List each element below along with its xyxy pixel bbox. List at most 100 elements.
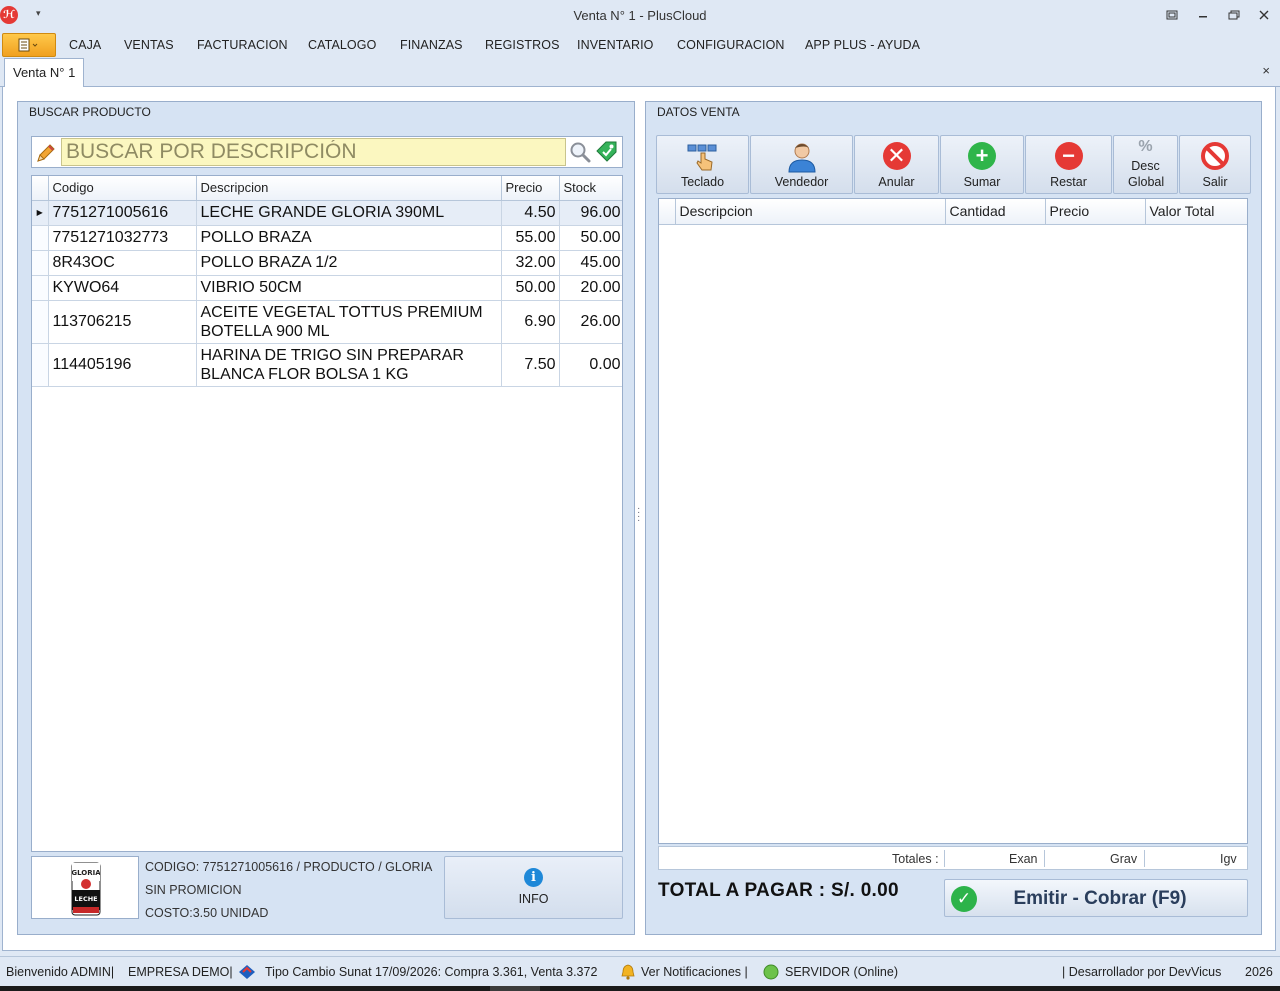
emitir-cobrar-button[interactable]: ✓ Emitir - Cobrar (F9)	[944, 879, 1248, 917]
cell-stock[interactable]: 50.00	[559, 225, 622, 251]
menu-facturacion[interactable]: FACTURACION	[197, 38, 288, 52]
sale-items-grid[interactable]: Descripcion Cantidad Precio Valor Total	[658, 198, 1248, 844]
title-bar: ℋ ▾ Venta N° 1 - PlusCloud	[0, 0, 1280, 32]
status-developer: | Desarrollador por DevVicus	[1062, 965, 1222, 979]
table-row[interactable]: 113706215 ACEITE VEGETAL TOTTUS PREMIUM …	[32, 300, 622, 344]
table-row[interactable]: 7751271032773 POLLO BRAZA 55.00 50.00	[32, 225, 622, 251]
sumar-button[interactable]: + Sumar	[940, 135, 1024, 194]
product-grid[interactable]: Codigo Descripcion Precio Stock ▶ 775127…	[31, 175, 623, 852]
column-header-precio[interactable]: Precio	[1045, 199, 1146, 225]
product-image: GLORIA LECHE	[31, 856, 139, 919]
cell-precio[interactable]: 50.00	[501, 275, 560, 301]
product-grid-header: Codigo Descripcion Precio Stock	[32, 176, 622, 201]
server-online-icon	[763, 964, 779, 980]
column-header-descripcion[interactable]: Descripcion	[196, 176, 502, 201]
pencil-icon[interactable]	[34, 141, 58, 165]
menu-app-plus-ayuda[interactable]: APP PLUS - AYUDA	[805, 38, 920, 52]
product-code-info: CODIGO: 7751271005616 / PRODUCTO / GLORI…	[145, 860, 433, 874]
cell-codigo[interactable]: 113706215	[48, 300, 197, 344]
desc-global-label: Desc Global	[1128, 159, 1165, 189]
document-tab-strip: Venta N° 1 ×	[0, 57, 1280, 87]
cell-codigo[interactable]: 114405196	[48, 343, 197, 387]
product-cost-info: COSTO:3.50 UNIDAD	[145, 906, 269, 920]
row-selector	[32, 343, 49, 387]
cell-stock[interactable]: 20.00	[559, 275, 622, 301]
search-input[interactable]	[61, 138, 566, 166]
menu-registros[interactable]: REGISTROS	[485, 38, 560, 52]
info-button[interactable]: i INFO	[444, 856, 623, 919]
menu-configuracion[interactable]: CONFIGURACION	[677, 38, 785, 52]
cell-precio[interactable]: 55.00	[501, 225, 560, 251]
cell-descripcion[interactable]: VIBRIO 50CM	[196, 275, 502, 301]
minimize-icon[interactable]	[1191, 6, 1215, 26]
cell-precio[interactable]: 4.50	[501, 200, 560, 226]
column-header-descripcion[interactable]: Descripcion	[675, 199, 946, 225]
cell-stock[interactable]: 96.00	[559, 200, 622, 226]
anular-button[interactable]: ✕ Anular	[854, 135, 939, 194]
info-button-label: INFO	[518, 892, 549, 906]
cell-codigo[interactable]: 7751271005616	[48, 200, 197, 226]
keyboard-hand-icon	[687, 144, 716, 171]
row-selector	[32, 250, 49, 276]
cell-descripcion[interactable]: POLLO BRAZA	[196, 225, 502, 251]
bell-icon[interactable]	[620, 964, 636, 980]
status-welcome: Bienvenido ADMIN|	[6, 965, 115, 979]
menu-caja[interactable]: CAJA	[69, 38, 101, 52]
salir-button[interactable]: Salir	[1179, 135, 1251, 194]
status-empresa: EMPRESA DEMO|	[128, 965, 233, 979]
menu-inventario[interactable]: INVENTARIO	[577, 38, 653, 52]
cell-codigo[interactable]: 7751271032773	[48, 225, 197, 251]
cell-precio[interactable]: 6.90	[501, 300, 560, 344]
price-tag-icon[interactable]	[594, 139, 620, 165]
cell-codigo[interactable]: KYWO64	[48, 275, 197, 301]
salir-label: Salir	[1202, 175, 1228, 189]
exchange-rate-icon	[239, 965, 255, 979]
cell-stock[interactable]: 45.00	[559, 250, 622, 276]
cell-precio[interactable]: 32.00	[501, 250, 560, 276]
sale-grid-header: Descripcion Cantidad Precio Valor Total	[659, 199, 1247, 225]
cell-codigo[interactable]: 8R43OC	[48, 250, 197, 276]
table-row[interactable]: 114405196 HARINA DE TRIGO SIN PREPARAR B…	[32, 343, 622, 387]
maximize-icon[interactable]	[1222, 6, 1246, 26]
splitter-handle[interactable]: · · · ·	[637, 504, 641, 526]
column-header-cantidad[interactable]: Cantidad	[945, 199, 1046, 225]
cell-stock[interactable]: 0.00	[559, 343, 622, 387]
separator	[1044, 850, 1045, 867]
close-icon[interactable]	[1252, 6, 1276, 26]
cell-descripcion[interactable]: ACEITE VEGETAL TOTTUS PREMIUM BOTELLA 90…	[196, 300, 502, 344]
separator	[944, 850, 945, 867]
status-year: 2026	[1245, 965, 1273, 979]
tab-venta-1[interactable]: Venta N° 1	[4, 58, 84, 87]
app-menu-button[interactable]	[2, 33, 56, 57]
vendedor-label: Vendedor	[774, 175, 829, 189]
anular-label: Anular	[878, 175, 915, 189]
user-icon	[787, 143, 816, 173]
row-selector	[32, 225, 49, 251]
column-header-precio[interactable]: Precio	[501, 176, 560, 201]
restore-size-icon[interactable]	[1160, 6, 1184, 26]
menu-catalogo[interactable]: CATALOGO	[308, 38, 376, 52]
desc-global-button[interactable]: % Desc Global	[1113, 135, 1178, 194]
menu-finanzas[interactable]: FINANZAS	[400, 38, 463, 52]
table-row[interactable]: ▶ 7751271005616 LECHE GRANDE GLORIA 390M…	[32, 200, 622, 226]
search-icon[interactable]	[568, 140, 592, 164]
column-header-stock[interactable]: Stock	[559, 176, 622, 201]
teclado-button[interactable]: Teclado	[656, 135, 749, 194]
close-tab-icon[interactable]: ×	[1262, 63, 1270, 78]
status-notificaciones[interactable]: Ver Notificaciones |	[641, 965, 748, 979]
cell-precio[interactable]: 7.50	[501, 343, 560, 387]
row-selector	[32, 300, 49, 344]
column-header-codigo[interactable]: Codigo	[48, 176, 197, 201]
cell-descripcion[interactable]: HARINA DE TRIGO SIN PREPARAR BLANCA FLOR…	[196, 343, 502, 387]
cell-descripcion[interactable]: LECHE GRANDE GLORIA 390ML	[196, 200, 502, 226]
sumar-label: Sumar	[963, 175, 1001, 189]
restar-button[interactable]: − Restar	[1025, 135, 1112, 194]
table-row[interactable]: 8R43OC POLLO BRAZA 1/2 32.00 45.00	[32, 250, 622, 276]
menu-ventas[interactable]: VENTAS	[124, 38, 174, 52]
column-header-valor-total[interactable]: Valor Total	[1145, 199, 1247, 225]
vendedor-button[interactable]: Vendedor	[750, 135, 853, 194]
cell-stock[interactable]: 26.00	[559, 300, 622, 344]
cell-descripcion[interactable]: POLLO BRAZA 1/2	[196, 250, 502, 276]
table-row[interactable]: KYWO64 VIBRIO 50CM 50.00 20.00	[32, 275, 622, 301]
gloria-milk-can-image: GLORIA LECHE	[71, 862, 101, 916]
